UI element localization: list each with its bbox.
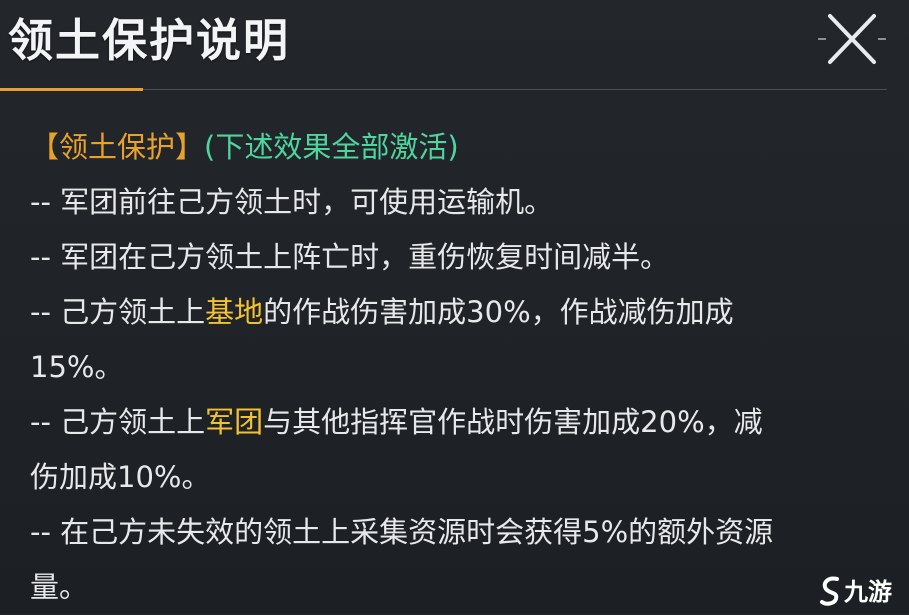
effect-line-5-cont: 量。	[30, 570, 89, 604]
title-divider-accent	[0, 88, 143, 91]
watermark: 九游	[818, 575, 904, 609]
close-button[interactable]	[818, 8, 886, 70]
effect-line-4-cont: 伤加成10%。	[30, 460, 211, 494]
effect-line-1: -- 军团前往己方领土时，可使用运输机。	[30, 185, 554, 219]
section-note: (下述效果全部激活)	[204, 130, 459, 164]
effect-line-3-pre: -- 己方领土上	[30, 295, 206, 329]
effect-keyword-base: 基地	[205, 295, 264, 329]
effect-line-4-post: 与其他指挥官作战时伤害加成20%，减	[263, 405, 763, 439]
effect-line-5: -- 在己方未失效的领土上采集资源时会获得5%的额外资源	[30, 515, 774, 549]
watermark-text: 九游	[844, 578, 892, 606]
territory-protection-dialog: 领土保护说明 【领土保护】(下述效果全部激活) -- 军团前往己方领土时，可使用…	[0, 0, 909, 613]
effect-line-3: -- 己方领土上基地的作战伤害加成30%，作战减伤加成	[30, 285, 880, 340]
effect-line-2: -- 军团在己方领土上阵亡时，重伤恢复时间减半。	[30, 240, 670, 274]
effect-line-3-cont: 15%。	[30, 350, 124, 384]
effect-keyword-legion: 军团	[205, 405, 264, 439]
effect-line-4-pre: -- 己方领土上	[30, 405, 206, 439]
section-title: 【领土保护】	[30, 130, 205, 164]
close-x-icon	[818, 14, 886, 64]
description-body: 【领土保护】(下述效果全部激活) -- 军团前往己方领土时，可使用运输机。 --…	[30, 120, 880, 615]
effect-line-3-post: 的作战伤害加成30%，作战减伤加成	[263, 295, 734, 329]
title-divider	[143, 89, 887, 90]
dialog-title: 领土保护说明	[8, 14, 291, 67]
effect-line-4: -- 己方领土上军团与其他指挥官作战时伤害加成20%，减	[30, 395, 880, 450]
jiuyou-logo-icon	[820, 576, 839, 606]
section-header: 【领土保护】(下述效果全部激活)	[30, 120, 880, 175]
